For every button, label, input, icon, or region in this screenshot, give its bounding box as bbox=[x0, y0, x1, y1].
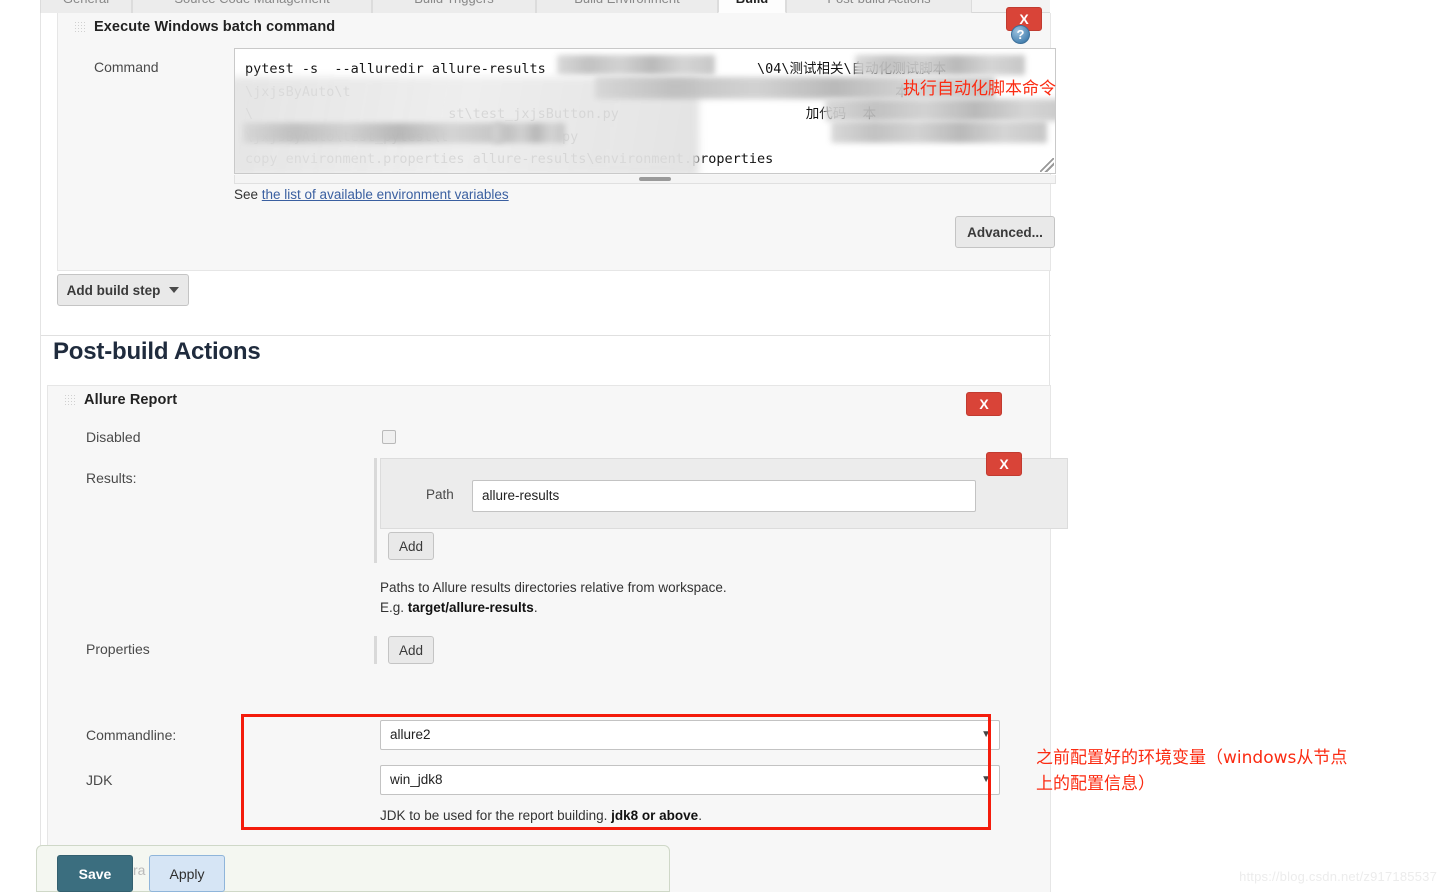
command-label: Command bbox=[94, 59, 159, 75]
tab-build-environment[interactable]: Build Environment bbox=[536, 0, 718, 13]
env-variables-hint: See the list of available environment va… bbox=[234, 187, 509, 202]
tab-post-build-actions-label: Post-build Actions bbox=[787, 0, 971, 5]
path-input[interactable]: allure-results bbox=[472, 480, 976, 512]
properties-group-rail bbox=[374, 636, 377, 664]
env-variables-hint-prefix: See bbox=[234, 187, 262, 202]
build-step-body: Execute Windows batch command Command py… bbox=[74, 13, 1056, 261]
chevron-down-icon bbox=[169, 287, 180, 293]
section-divider bbox=[41, 335, 1051, 336]
results-help-eg-bold: target/allure-results bbox=[407, 600, 534, 615]
results-help-text: Paths to Allure results directories rela… bbox=[380, 578, 980, 618]
tab-general[interactable]: General bbox=[40, 0, 132, 13]
build-step-title: Execute Windows batch command bbox=[94, 19, 336, 35]
results-help-eg-suffix: . bbox=[533, 600, 538, 615]
results-label: Results: bbox=[86, 470, 137, 486]
properties-label: Properties bbox=[86, 641, 150, 657]
build-step-panel: Execute Windows batch command Command py… bbox=[57, 13, 1056, 271]
scrollbar-thumb[interactable] bbox=[639, 177, 671, 181]
results-help-line2: E.g. target/allure-results. bbox=[380, 598, 980, 618]
tab-build-triggers-label: Build Triggers bbox=[373, 0, 535, 5]
tab-source-code-management[interactable]: Source Code Management bbox=[132, 0, 372, 13]
post-build-actions-title: Post-build Actions bbox=[53, 338, 261, 365]
results-help-line1: Paths to Allure results directories rela… bbox=[380, 580, 727, 595]
tab-build-environment-label: Build Environment bbox=[537, 0, 717, 5]
delete-results-entry-button[interactable]: X bbox=[986, 452, 1022, 476]
tab-build-label: Build bbox=[719, 0, 785, 5]
jenkins-job-config-page: General Source Code Management Build Tri… bbox=[0, 0, 1439, 892]
drag-grip-icon[interactable] bbox=[64, 394, 75, 407]
tab-general-label: General bbox=[41, 0, 131, 5]
disabled-label: Disabled bbox=[86, 429, 141, 445]
annotation-execute-script: 执行自动化脚本命令 bbox=[903, 79, 1056, 99]
add-properties-button[interactable]: Add bbox=[388, 636, 434, 664]
savebar-ghost-text: ra bbox=[133, 862, 146, 878]
tab-source-code-management-label: Source Code Management bbox=[133, 0, 371, 5]
command-textarea[interactable]: pytest -s --alluredir allure-results \04… bbox=[234, 48, 1056, 174]
tab-build[interactable]: Build bbox=[718, 0, 786, 13]
results-group-rail bbox=[374, 458, 377, 563]
save-button[interactable]: Save bbox=[57, 855, 133, 892]
textarea-resize-handle[interactable] bbox=[1040, 158, 1054, 172]
delete-allure-report-button[interactable]: X bbox=[966, 392, 1002, 416]
help-icon[interactable]: ? bbox=[1011, 25, 1030, 44]
commandline-jdk-highlight-box bbox=[241, 714, 991, 830]
add-build-step-button[interactable]: Add build step bbox=[57, 274, 189, 306]
allure-report-title: Allure Report bbox=[84, 392, 178, 408]
tab-post-build-actions[interactable]: Post-build Actions bbox=[786, 0, 972, 13]
add-results-button[interactable]: Add bbox=[388, 532, 434, 560]
disabled-checkbox[interactable] bbox=[382, 430, 396, 444]
apply-button[interactable]: Apply bbox=[149, 855, 225, 892]
jdk-label: JDK bbox=[86, 772, 113, 788]
config-tab-bar: General Source Code Management Build Tri… bbox=[40, 0, 1050, 13]
watermark: https://blog.csdn.net/z917185537 bbox=[1239, 869, 1437, 884]
drag-grip-icon[interactable] bbox=[74, 21, 85, 34]
command-text: pytest -s --alluredir allure-results \04… bbox=[245, 61, 947, 167]
results-help-eg-prefix: E.g. bbox=[380, 600, 408, 615]
commandline-label: Commandline: bbox=[86, 727, 177, 743]
tab-build-triggers[interactable]: Build Triggers bbox=[372, 0, 536, 13]
add-build-step-label: Add build step bbox=[66, 282, 161, 298]
command-horizontal-scrollbar[interactable] bbox=[234, 175, 1056, 184]
env-variables-link[interactable]: the list of available environment variab… bbox=[262, 187, 509, 202]
annotation-env-variables: 之前配置好的环境变量（windows从节点 上的配置信息） bbox=[1036, 748, 1348, 794]
advanced-button[interactable]: Advanced... bbox=[955, 216, 1055, 248]
path-label: Path bbox=[426, 487, 454, 502]
